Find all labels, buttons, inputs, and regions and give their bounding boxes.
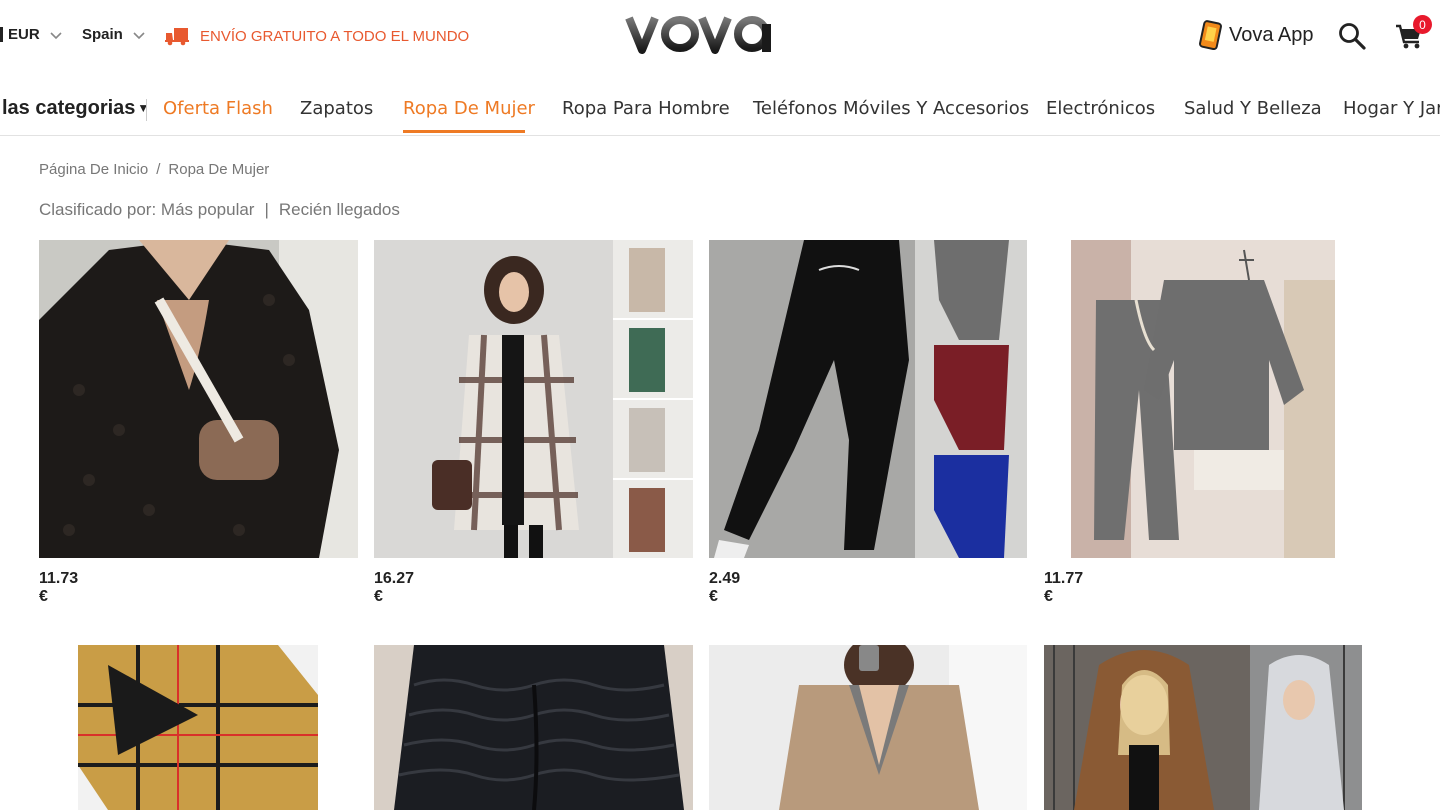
- chevron-down-icon: [50, 31, 62, 39]
- app-label: Vova App: [1229, 23, 1314, 46]
- vova-logo[interactable]: [625, 10, 777, 56]
- sort-label-text: Clasificado por:: [39, 200, 157, 219]
- nav-item-home-garden[interactable]: Hogar Y Jar: [1343, 98, 1440, 136]
- nav-item-mens-clothing[interactable]: Ropa Para Hombre: [562, 98, 730, 136]
- nav-item-flash-sale[interactable]: Oferta Flash: [163, 98, 273, 136]
- sort-bar: Clasificado por: Más popular | Recién ll…: [39, 200, 400, 220]
- country-label: Spain: [82, 26, 123, 43]
- cart-count-badge: 0: [1413, 15, 1432, 34]
- top-bar: EUR Spain ENVÍO GRATUITO A TODO EL MUNDO: [0, 0, 1440, 72]
- divider: [0, 27, 3, 42]
- product-image[interactable]: [1044, 240, 1362, 558]
- free-shipping-banner[interactable]: ENVÍO GRATUITO A TODO EL MUNDO: [165, 26, 469, 46]
- phone-app-icon: [1199, 20, 1222, 50]
- sort-option-new-arrivals[interactable]: Recién llegados: [279, 200, 400, 220]
- product-image[interactable]: [709, 645, 1027, 810]
- product-price: 16.27 €: [374, 570, 415, 605]
- active-tab-indicator: [403, 130, 525, 133]
- all-categories-label: las categorias: [2, 97, 136, 119]
- country-selector[interactable]: Spain: [82, 26, 146, 43]
- all-categories-menu[interactable]: las categorias ▼: [2, 97, 149, 135]
- product-image[interactable]: [39, 240, 358, 558]
- nav-item-health-beauty[interactable]: Salud Y Belleza: [1184, 98, 1322, 136]
- currency-selector[interactable]: EUR: [0, 26, 63, 43]
- product-image[interactable]: [1044, 645, 1362, 810]
- breadcrumb-separator: /: [156, 161, 161, 178]
- product-image[interactable]: [78, 645, 318, 810]
- sort-option-popular[interactable]: Más popular: [161, 200, 255, 219]
- product-image[interactable]: [709, 240, 1027, 558]
- search-icon[interactable]: [1338, 22, 1366, 50]
- divider: [146, 99, 147, 121]
- chevron-down-icon: [133, 31, 145, 39]
- breadcrumb-current: Ropa De Mujer: [168, 161, 270, 178]
- product-image[interactable]: [374, 645, 693, 810]
- product-image[interactable]: [374, 240, 693, 558]
- vova-app-link[interactable]: Vova App: [1197, 20, 1314, 50]
- nav-item-phones[interactable]: Teléfonos Móviles Y Accesorios: [753, 98, 1029, 136]
- caret-down-icon: ▼: [137, 101, 150, 115]
- product-price: 2.49 €: [709, 570, 741, 605]
- nav-item-shoes[interactable]: Zapatos: [300, 98, 373, 136]
- product-price: 11.77 €: [1044, 570, 1084, 605]
- nav-item-electronics[interactable]: Electrónicos: [1046, 98, 1155, 136]
- sort-label: Clasificado por: Más popular: [39, 200, 254, 220]
- product-price: 11.73 €: [39, 570, 79, 605]
- shipping-text: ENVÍO GRATUITO A TODO EL MUNDO: [200, 27, 470, 45]
- sort-divider: |: [264, 200, 269, 219]
- breadcrumb: Página De Inicio / Ropa De Mujer: [39, 161, 269, 178]
- currency-label: EUR: [8, 26, 40, 43]
- category-nav: las categorias ▼ Oferta Flash Zapatos Rop…: [0, 84, 1440, 136]
- truck-icon: [165, 28, 189, 46]
- cart-button[interactable]: 0: [1395, 15, 1432, 52]
- breadcrumb-home-link[interactable]: Página De Inicio: [39, 161, 148, 178]
